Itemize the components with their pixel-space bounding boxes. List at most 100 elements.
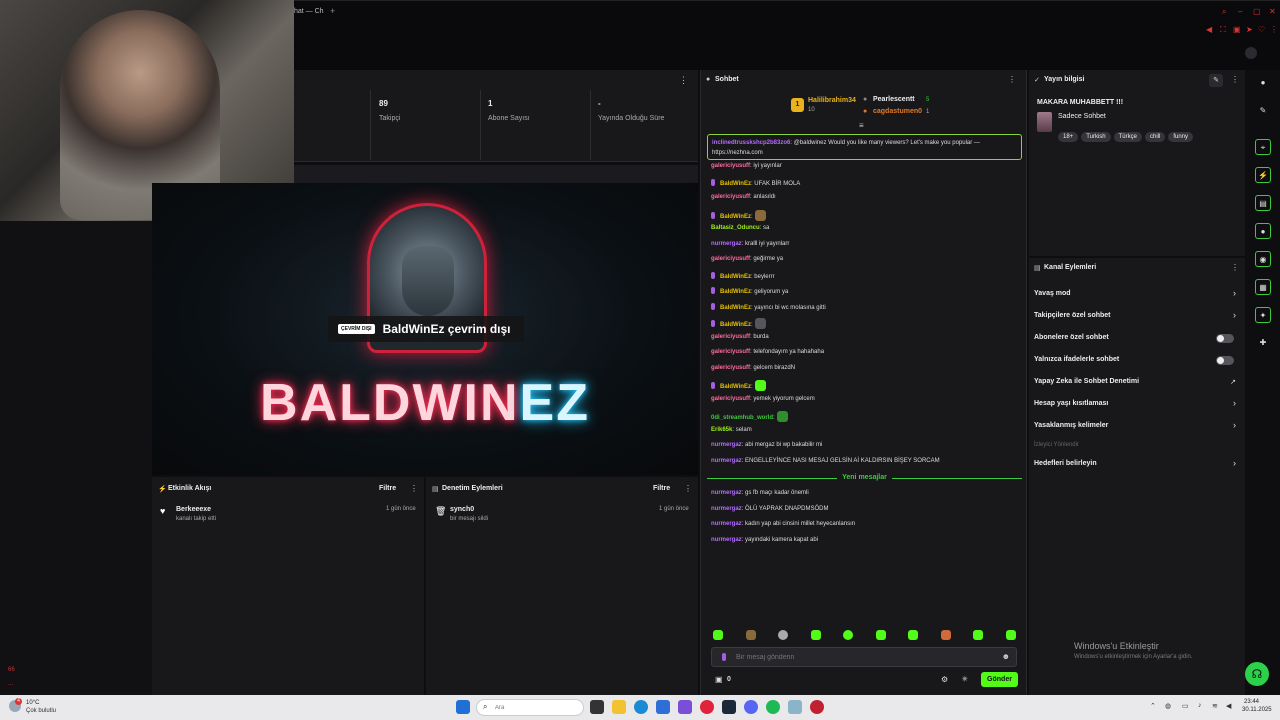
pinned-message[interactable]: inclinedtrusskshcp2b83zo6: @baldwinez Wo… (707, 134, 1022, 160)
store-icon[interactable] (656, 700, 670, 714)
chat-username[interactable]: 0di_streamhub_world (711, 415, 773, 421)
chat-message[interactable]: 0di_streamhub_world: (711, 411, 788, 422)
chat-message[interactable]: nurmergaz: kadın yap abi cinsini millet … (711, 521, 855, 527)
chat-username[interactable]: Erik65k (711, 427, 732, 433)
chat-username[interactable]: nurmergaz (711, 521, 742, 527)
volume-tray-icon[interactable]: ◀ (1226, 702, 1231, 710)
chat-message[interactable]: galericiyusuff: gelcem birazdN (711, 365, 795, 371)
chat-message[interactable]: nurmergaz: ÖLÜ YAPRAK DNAPDMSÖDM (711, 506, 828, 512)
chat-username[interactable]: nurmergaz (711, 241, 742, 247)
steam-icon[interactable] (722, 700, 736, 714)
search-icon[interactable]: ⌕ (1222, 7, 1226, 17)
avatar[interactable] (1245, 47, 1257, 59)
info-menu-icon[interactable]: ⋮ (1231, 75, 1239, 84)
broadcast-icon[interactable]: ◉ (1255, 251, 1271, 267)
emote-icon[interactable] (811, 630, 821, 640)
actions-menu-icon[interactable]: ⋮ (1231, 263, 1239, 272)
chat-message[interactable]: Erik65k: selam (711, 427, 752, 433)
chat-username[interactable]: nurmergaz (711, 490, 742, 496)
moderation-item-name[interactable]: synch0 (450, 506, 474, 513)
emote-icon[interactable] (1006, 630, 1016, 640)
top-chatter-name[interactable]: Halilibrahim34 (808, 97, 856, 104)
chat-username[interactable]: galericiyusuff (711, 334, 750, 340)
activity-menu-icon[interactable]: ⋮ (410, 484, 418, 493)
opera-icon[interactable] (700, 700, 714, 714)
chat-message[interactable]: nurmergaz: kralll iyi yayınlarr (711, 241, 789, 247)
chat-username[interactable]: BaldWinEz (720, 214, 751, 220)
chat-message[interactable]: nurmergaz: ENGELLEYİNCE NASI MESAJ GELSİ… (711, 458, 940, 464)
action-set-goals[interactable]: Hedefleri belirleyin › (1034, 458, 1240, 474)
emote-icon[interactable] (876, 630, 886, 640)
obs-icon[interactable] (810, 700, 824, 714)
screen-icon[interactable]: ▣ (1233, 25, 1241, 34)
chat-message[interactable]: BaldWinEz: (711, 318, 766, 329)
app-icon[interactable] (678, 700, 692, 714)
emote-icon[interactable] (843, 630, 853, 640)
chat-username[interactable]: galericiyusuff (711, 365, 750, 371)
layout-icon[interactable]: ▦ (1255, 279, 1271, 295)
action-ai-moderation[interactable]: Yapay Zeka ile Sohbet Denetimi ↗ (1034, 378, 1240, 392)
clock-time[interactable]: 23:44 (1244, 699, 1259, 705)
pen-icon[interactable]: ✎ (1255, 103, 1271, 119)
spotify-icon[interactable] (766, 700, 780, 714)
wifi-icon[interactable]: ≋ (1212, 702, 1218, 710)
stream-category[interactable]: Sadece Sohbet (1058, 113, 1106, 120)
emote-icon[interactable] (713, 630, 723, 640)
top-chatter-name[interactable]: Pearlescentt (873, 96, 915, 103)
fullscreen-icon[interactable]: ⛶ (1220, 25, 1226, 35)
gift-icon[interactable]: ▣ (715, 675, 723, 684)
chat-message[interactable]: galericiyusuff: geğirme ya (711, 256, 783, 262)
taskbar-search[interactable]: ⌕ (476, 699, 584, 716)
chat-username[interactable]: Baltasiz_Oduncu (711, 225, 760, 231)
send-button[interactable]: Gönder (981, 672, 1018, 687)
network-tray-icon[interactable]: ◍ (1165, 702, 1171, 710)
action-banned-words[interactable]: Yasaklanmış kelimeler › (1034, 420, 1240, 436)
chat-message[interactable]: galericiyusuff: iyi yayınlar (711, 163, 782, 169)
edge-icon[interactable] (634, 700, 648, 714)
chat-username[interactable]: nurmergaz (711, 537, 742, 543)
activity-item-name[interactable]: Berkeeexe (176, 506, 211, 513)
video-player[interactable]: BALDWINEZ ÇEVRİM DIŞI BaldWinEz çevrim d… (152, 183, 698, 475)
task-view-icon[interactable] (590, 700, 604, 714)
file-explorer-icon[interactable] (612, 700, 626, 714)
chat-username[interactable]: galericiyusuff (711, 256, 750, 262)
chat-message[interactable]: galericiyusuff: anlasıldı (711, 194, 776, 200)
emote-icon[interactable] (973, 630, 983, 640)
emote-icon[interactable] (746, 630, 756, 640)
heart-icon[interactable]: ♡ (1258, 25, 1265, 34)
chat-username[interactable]: BaldWinEz (720, 181, 751, 187)
wrench-icon[interactable]: ✦ (1255, 307, 1271, 323)
chat-message[interactable]: BaldWinEz: geliyorum ya (711, 287, 788, 295)
chat-message[interactable]: BaldWinEz: (711, 209, 766, 221)
support-chat-icon[interactable]: ☊ (1245, 662, 1269, 686)
chat-username[interactable]: BaldWinEz (720, 305, 751, 311)
chat-bubble-icon[interactable]: ● (1255, 223, 1271, 239)
more-icon[interactable]: ⋮ (1270, 25, 1278, 34)
chat-message[interactable]: nurmergaz: gs fb maçı kadar önemli (711, 490, 809, 496)
chat-username[interactable]: nurmergaz (711, 458, 742, 464)
activity-filter-button[interactable]: Filtre (379, 485, 396, 492)
taskbar-search-input[interactable] (495, 702, 555, 714)
minimize-icon[interactable]: – (1238, 7, 1242, 16)
info-icon[interactable]: ● (1255, 75, 1271, 91)
chevron-up-icon[interactable]: ⌃ (1150, 702, 1156, 710)
chat-message[interactable]: BaldWinEz: (711, 380, 766, 391)
emote-icon[interactable] (908, 630, 918, 640)
moderation-filter-button[interactable]: Filtre (653, 485, 670, 492)
chat-username[interactable]: galericiyusuff (711, 396, 750, 402)
pinned-user[interactable]: inclinedtrusskshcp2b83zo6 (712, 140, 790, 146)
start-icon[interactable] (456, 700, 470, 714)
emoji-icon[interactable]: ☻ (1002, 652, 1010, 661)
tag[interactable]: 18+ (1058, 132, 1079, 142)
emote-icon[interactable] (941, 630, 951, 640)
action-followers-only[interactable]: Takipçilere özel sohbet › (1034, 310, 1240, 326)
chat-username[interactable]: nurmergaz (711, 506, 742, 512)
add-widget-icon[interactable]: ✚ (1255, 335, 1271, 351)
mic-tray-icon[interactable]: ♪ (1198, 702, 1202, 709)
chat-message[interactable]: galericiyusuff: telefondayım ya hahahaha (711, 349, 824, 355)
tag[interactable]: funny (1168, 132, 1194, 142)
moderation-menu-icon[interactable]: ⋮ (684, 484, 692, 493)
new-tab-button[interactable]: + (330, 6, 335, 16)
category-thumbnail[interactable] (1037, 112, 1052, 132)
display-tray-icon[interactable]: ▭ (1182, 702, 1189, 710)
